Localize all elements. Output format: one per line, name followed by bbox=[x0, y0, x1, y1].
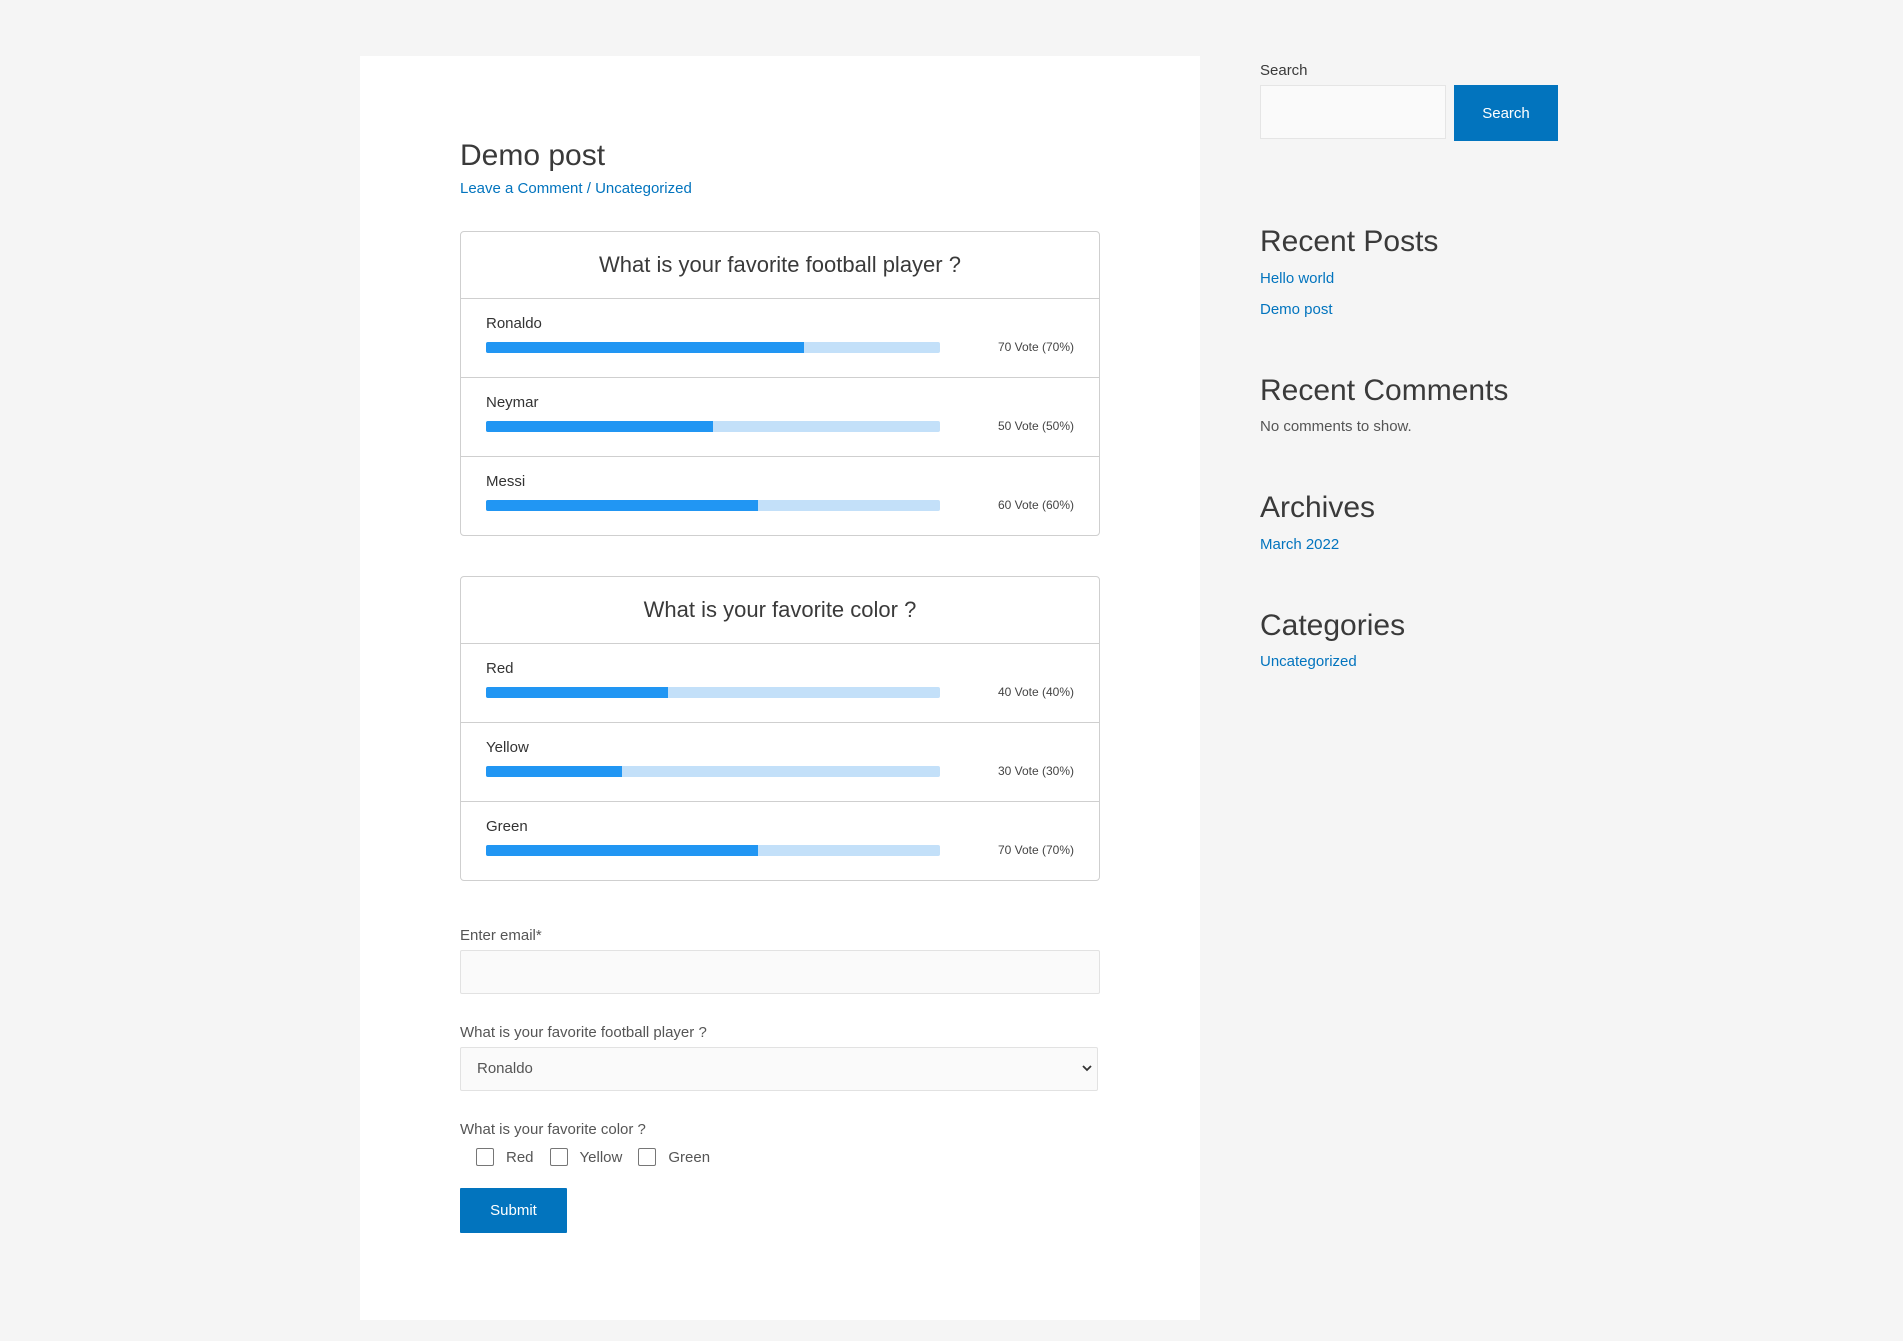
poll-option-label: Yellow bbox=[486, 739, 529, 756]
poll-vote-count: 70 Vote (70%) bbox=[997, 843, 1074, 857]
poll-option-label: Ronaldo bbox=[486, 315, 542, 332]
poll-progress-fill bbox=[486, 342, 804, 353]
categories-widget: Categories Uncategorized bbox=[1260, 609, 1560, 671]
poll-option-label: Neymar bbox=[486, 394, 539, 411]
poll-favorite-color: What is your favorite color ? Red 40 Vot… bbox=[460, 576, 1100, 881]
search-label: Search bbox=[1260, 62, 1308, 79]
checkbox-box[interactable] bbox=[549, 1148, 568, 1166]
poll-option: Green 70 Vote (70%) bbox=[461, 802, 1099, 880]
poll-vote-count: 40 Vote (40%) bbox=[997, 685, 1074, 699]
poll-vote-count: 50 Vote (50%) bbox=[997, 419, 1074, 433]
poll-vote-count: 30 Vote (30%) bbox=[997, 764, 1074, 778]
poll-option: Red 40 Vote (40%) bbox=[461, 644, 1099, 723]
poll-progress-fill bbox=[486, 845, 759, 856]
checkbox-box[interactable] bbox=[476, 1148, 494, 1166]
no-comments-text: No comments to show. bbox=[1260, 418, 1412, 435]
categories-title: Categories bbox=[1260, 608, 1406, 642]
poll-question: What is your favorite color ? bbox=[461, 577, 1099, 644]
search-widget: Search bbox=[1260, 85, 1560, 141]
poll-progress-bar bbox=[486, 500, 940, 511]
poll-option: Neymar 50 Vote (50%) bbox=[461, 378, 1099, 457]
poll-question: What is your favorite football player ? bbox=[461, 232, 1099, 299]
recent-posts-widget: Recent Posts Hello world Demo post bbox=[1260, 225, 1560, 318]
checkbox-label: Green bbox=[668, 1148, 711, 1166]
poll-vote-count: 70 Vote (70%) bbox=[997, 340, 1074, 354]
leave-comment-link[interactable]: Leave a Comment bbox=[460, 180, 583, 197]
poll-progress-bar bbox=[486, 845, 940, 856]
archives-widget: Archives March 2022 bbox=[1260, 491, 1560, 553]
main-content-area: Demo post Leave a Comment / Uncategorize… bbox=[360, 56, 1200, 1320]
poll-progress-fill bbox=[486, 421, 713, 432]
checkbox-label: Yellow bbox=[579, 1148, 623, 1166]
vote-form: Enter email* What is your favorite footb… bbox=[460, 927, 1100, 1233]
color-checkbox-list: Red Yellow Green bbox=[460, 1148, 1100, 1166]
poll-progress-bar bbox=[486, 421, 940, 432]
poll-progress-bar bbox=[486, 766, 940, 777]
player-select-label: What is your favorite football player ? bbox=[460, 1024, 707, 1041]
post-article: Demo post Leave a Comment / Uncategorize… bbox=[460, 138, 1100, 1233]
submit-button[interactable]: Submit bbox=[460, 1188, 567, 1233]
poll-option-label: Red bbox=[486, 660, 514, 677]
category-link[interactable]: Uncategorized bbox=[1260, 653, 1560, 670]
recent-post-link[interactable]: Hello world bbox=[1260, 270, 1560, 287]
poll-option: Ronaldo 70 Vote (70%) bbox=[461, 299, 1099, 378]
player-select-value: Ronaldo bbox=[477, 1060, 533, 1077]
recent-post-link[interactable]: Demo post bbox=[1260, 301, 1560, 318]
player-select-group: What is your favorite football player ? … bbox=[460, 1024, 1100, 1091]
poll-option: Messi 60 Vote (60%) bbox=[461, 457, 1099, 535]
archive-link[interactable]: March 2022 bbox=[1260, 536, 1560, 553]
poll-football-player: What is your favorite football player ? … bbox=[460, 231, 1100, 536]
checkbox-red[interactable]: Red bbox=[476, 1148, 534, 1166]
poll-progress-fill bbox=[486, 766, 623, 777]
poll-progress-bar bbox=[486, 687, 940, 698]
email-label: Enter email* bbox=[460, 927, 542, 944]
poll-option-label: Green bbox=[486, 818, 528, 835]
poll-progress-fill bbox=[486, 500, 759, 511]
post-title: Demo post bbox=[460, 139, 606, 172]
chevron-down-icon bbox=[1081, 1048, 1093, 1106]
meta-separator: / bbox=[582, 180, 596, 197]
recent-comments-widget: Recent Comments No comments to show. bbox=[1260, 374, 1560, 436]
poll-vote-count: 60 Vote (60%) bbox=[997, 498, 1074, 512]
color-checkbox-group: What is your favorite color ? Red Yellow… bbox=[460, 1121, 1100, 1166]
checkbox-label: Red bbox=[506, 1148, 534, 1166]
sidebar: Search Search Recent Posts Hello world D… bbox=[1260, 62, 1560, 670]
search-button[interactable]: Search bbox=[1454, 85, 1558, 141]
checkbox-box[interactable] bbox=[638, 1148, 657, 1166]
checkbox-yellow[interactable]: Yellow bbox=[549, 1148, 623, 1166]
poll-progress-bar bbox=[486, 342, 940, 353]
checkbox-green[interactable]: Green bbox=[638, 1148, 710, 1166]
color-checkbox-label: What is your favorite color ? bbox=[460, 1121, 646, 1138]
player-select[interactable]: Ronaldo bbox=[460, 1047, 1098, 1091]
email-field[interactable] bbox=[460, 950, 1100, 994]
recent-posts-title: Recent Posts bbox=[1260, 225, 1439, 258]
category-link[interactable]: Uncategorized bbox=[595, 180, 692, 197]
recent-comments-title: Recent Comments bbox=[1260, 373, 1509, 407]
poll-option-label: Messi bbox=[486, 473, 526, 490]
poll-progress-fill bbox=[486, 687, 668, 698]
post-meta: Leave a Comment / Uncategorized bbox=[460, 180, 1100, 197]
search-input[interactable] bbox=[1260, 85, 1446, 139]
archives-title: Archives bbox=[1260, 491, 1376, 524]
poll-option: Yellow 30 Vote (30%) bbox=[461, 723, 1099, 802]
